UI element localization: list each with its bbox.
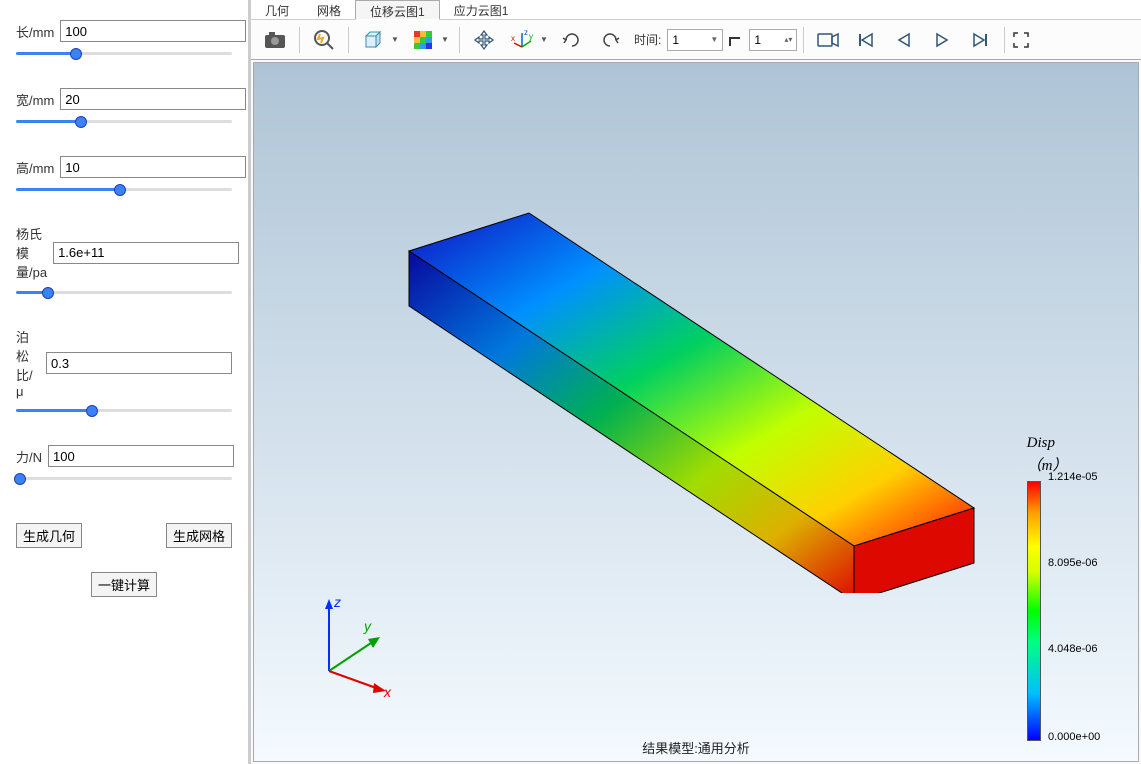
label-force: 力/N: [16, 447, 42, 466]
axis-y-label: y: [363, 618, 372, 634]
label-youngs: 杨氏模量/pa: [16, 224, 47, 281]
slider-width[interactable]: [16, 120, 232, 123]
skip-first-icon: [857, 31, 875, 49]
input-width[interactable]: [60, 88, 246, 110]
legend-tick-2: 4.048e-06: [1048, 643, 1098, 655]
viewport-3d[interactable]: z y x Disp （m） 1.214e-05 8.095e-06 4.048…: [253, 62, 1139, 762]
play-icon: [933, 31, 951, 49]
viewer-toolbar: ▼ ▼ z y x ▼ 时间: 1▼: [251, 20, 1141, 60]
svg-text:x: x: [511, 34, 515, 43]
slider-youngs[interactable]: [16, 291, 232, 294]
param-poisson: 泊松比/μ: [16, 327, 232, 399]
label-height: 高/mm: [16, 158, 54, 177]
slider-length[interactable]: [16, 52, 232, 55]
legend-title-1: Disp: [1027, 435, 1128, 452]
gen-geometry-button[interactable]: 生成几何: [16, 523, 82, 548]
color-legend: Disp （m） 1.214e-05 8.095e-06 4.048e-06 0…: [1027, 435, 1128, 741]
input-poisson[interactable]: [46, 352, 232, 374]
record-button[interactable]: [810, 24, 846, 56]
gen-mesh-button[interactable]: 生成网格: [166, 523, 232, 548]
clip-dropdown-icon[interactable]: ▼: [391, 35, 403, 44]
axis-z-label: z: [333, 594, 341, 610]
param-length: 长/mm: [16, 20, 232, 42]
svg-text:y: y: [529, 32, 533, 41]
camera-icon: [263, 30, 287, 50]
svg-text:z: z: [524, 29, 528, 37]
input-youngs[interactable]: [53, 242, 239, 264]
cube-outline-icon: [361, 30, 385, 50]
zoom-fit-button[interactable]: [306, 24, 342, 56]
screenshot-button[interactable]: [257, 24, 293, 56]
input-height[interactable]: [60, 156, 246, 178]
prev-frame-button[interactable]: [886, 24, 922, 56]
spinner-icon: ▴▾: [784, 35, 792, 44]
beam-contour: [324, 113, 1024, 593]
result-model-label: 结果模型:通用分析: [642, 738, 750, 757]
video-camera-icon: [816, 31, 840, 49]
skip-last-icon: [971, 31, 989, 49]
move-arrows-icon: [473, 29, 495, 51]
fullscreen-button[interactable]: [1011, 24, 1031, 56]
legend-tick-1: 8.095e-06: [1048, 557, 1098, 569]
legend-bar: [1027, 481, 1041, 741]
slider-height[interactable]: [16, 188, 232, 191]
frame-select[interactable]: 1 ▴▾: [749, 29, 797, 51]
color-cube-icon: [412, 29, 434, 51]
label-poisson: 泊松比/μ: [16, 327, 40, 399]
label-width: 宽/mm: [16, 90, 54, 109]
stop-button[interactable]: [725, 24, 747, 56]
rotate-cw-icon: [561, 29, 583, 51]
axis-orientation-button[interactable]: z y x: [504, 24, 540, 56]
first-frame-button[interactable]: [848, 24, 884, 56]
colormap-dropdown-icon[interactable]: ▼: [441, 35, 453, 44]
magnifier-bolt-icon: [312, 28, 336, 52]
time-label: 时间:: [630, 31, 665, 48]
tab-geometry[interactable]: 几何: [251, 0, 303, 19]
frame-value: 1: [754, 33, 761, 47]
axis-triad: z y x: [294, 591, 404, 701]
axis-x-label: x: [383, 684, 392, 700]
rotate-ccw-button[interactable]: [592, 24, 628, 56]
compute-button[interactable]: 一键计算: [91, 572, 157, 597]
time-value: 1: [672, 33, 679, 47]
result-tabs: 几何 网格 位移云图1 应力云图1: [251, 0, 1141, 20]
chevron-down-icon: ▼: [710, 35, 718, 44]
slider-force[interactable]: [16, 477, 232, 480]
stop-icon: [728, 32, 744, 48]
slider-poisson[interactable]: [16, 409, 232, 412]
param-force: 力/N: [16, 445, 232, 467]
next-frame-button[interactable]: [962, 24, 998, 56]
legend-tick-0: 1.214e-05: [1048, 471, 1098, 483]
generate-buttons: 生成几何 生成网格: [16, 523, 232, 548]
tab-stress[interactable]: 应力云图1: [440, 0, 523, 19]
xyz-axes-icon: z y x: [511, 29, 533, 51]
param-youngs: 杨氏模量/pa: [16, 224, 232, 281]
pan-button[interactable]: [466, 24, 502, 56]
tab-mesh[interactable]: 网格: [303, 0, 355, 19]
param-height: 高/mm: [16, 156, 232, 178]
clip-plane-button[interactable]: [355, 24, 391, 56]
legend-tick-3: 0.000e+00: [1048, 731, 1100, 743]
play-reverse-icon: [895, 31, 913, 49]
colormap-button[interactable]: [405, 24, 441, 56]
play-button[interactable]: [924, 24, 960, 56]
input-force[interactable]: [48, 445, 234, 467]
legend-ticks: 1.214e-05 8.095e-06 4.048e-06 0.000e+00: [1048, 477, 1128, 737]
tab-displacement[interactable]: 位移云图1: [355, 0, 440, 20]
rotate-cw-button[interactable]: [554, 24, 590, 56]
time-select[interactable]: 1▼: [667, 29, 723, 51]
parameters-panel: 长/mm 宽/mm 高/mm 杨氏模量/pa 泊松比/μ 力/N 生成几何 生成…: [0, 0, 251, 764]
rotate-ccw-icon: [599, 29, 621, 51]
param-width: 宽/mm: [16, 88, 232, 110]
expand-icon: [1013, 32, 1029, 48]
main-panel: 几何 网格 位移云图1 应力云图1 ▼ ▼: [251, 0, 1141, 764]
label-length: 长/mm: [16, 22, 54, 41]
input-length[interactable]: [60, 20, 246, 42]
axis-dropdown-icon[interactable]: ▼: [540, 35, 552, 44]
